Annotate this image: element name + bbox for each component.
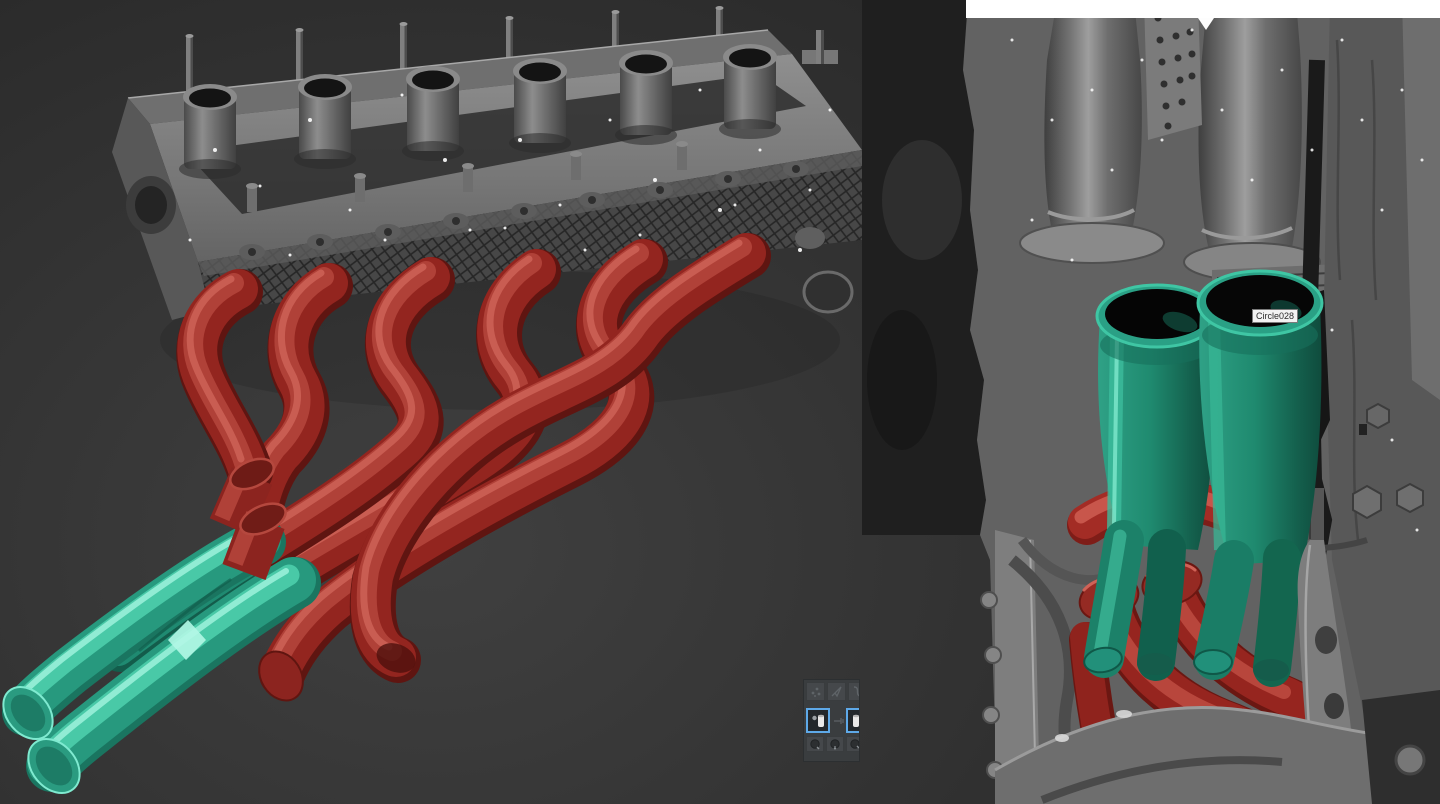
magnet-tool-button-1[interactable] — [806, 736, 824, 752]
application-window: Circle028 — [0, 0, 1440, 804]
arrow-tool-button[interactable] — [827, 682, 846, 701]
viewport-tool-panel — [803, 679, 860, 762]
cylinder-edit-toggle-button[interactable] — [846, 708, 860, 733]
spline-tool-button[interactable] — [848, 682, 860, 701]
left-viewport[interactable] — [0, 0, 862, 804]
magnet-tool-button-3[interactable] — [846, 736, 860, 752]
right-viewport[interactable] — [862, 0, 1440, 804]
object-name-tooltip: Circle028 — [1252, 309, 1298, 323]
points-tool-button[interactable] — [806, 682, 825, 701]
magnet-tool-button-2[interactable] — [826, 736, 844, 752]
top-white-bar — [966, 0, 1440, 18]
link-pin-icon — [832, 712, 845, 729]
cylinder-display-toggle-button[interactable] — [806, 708, 830, 733]
